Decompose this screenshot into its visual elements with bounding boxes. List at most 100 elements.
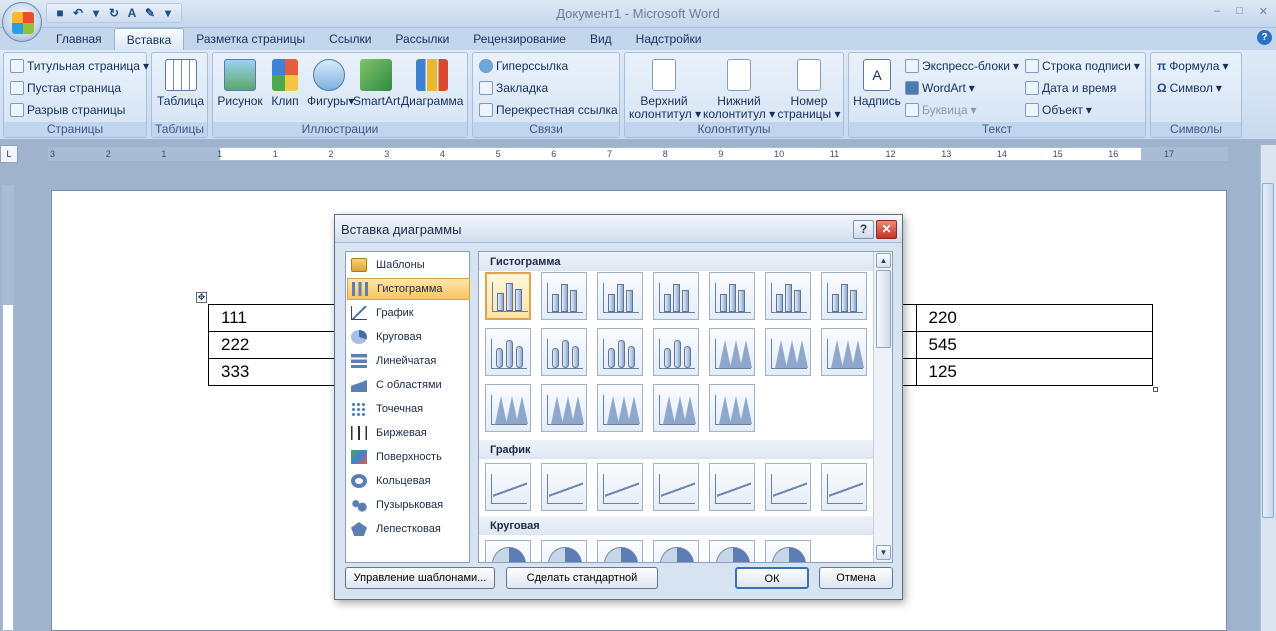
- category-item[interactable]: Точечная: [347, 398, 470, 420]
- column-thumbnail[interactable]: [709, 272, 755, 320]
- scroll-down-icon[interactable]: ▼: [876, 545, 891, 560]
- tab-home[interactable]: Главная: [44, 28, 114, 50]
- scrollbar-thumb[interactable]: [1262, 183, 1274, 518]
- category-item[interactable]: С областями: [347, 374, 470, 396]
- line-thumbnail[interactable]: [821, 463, 867, 511]
- pie-thumbnail[interactable]: [653, 540, 699, 562]
- cylinder-thumbnail[interactable]: [597, 328, 643, 376]
- cone-thumbnail[interactable]: [709, 384, 755, 432]
- help-icon[interactable]: ?: [1257, 30, 1272, 45]
- table-cell[interactable]: 222: [208, 331, 348, 359]
- symbol-button[interactable]: Ω Символ ▾: [1157, 81, 1222, 95]
- cone-thumbnail[interactable]: [653, 384, 699, 432]
- cylinder-thumbnail[interactable]: [485, 328, 531, 376]
- tab-review[interactable]: Рецензирование: [461, 28, 578, 50]
- tab-view[interactable]: Вид: [578, 28, 624, 50]
- line-thumbnail[interactable]: [709, 463, 755, 511]
- cross-reference-button[interactable]: Перекрестная ссылка: [479, 103, 618, 117]
- line-thumbnail[interactable]: [541, 463, 587, 511]
- quick-parts-button[interactable]: Экспресс-блоки ▾: [905, 59, 1019, 73]
- table-cell[interactable]: 545: [915, 331, 1153, 359]
- tab-selector-icon[interactable]: L: [0, 145, 18, 163]
- category-item[interactable]: Биржевая: [347, 422, 470, 444]
- category-item[interactable]: График: [347, 302, 470, 324]
- table-move-handle-icon[interactable]: ✥: [196, 292, 207, 303]
- cylinder-thumbnail[interactable]: [653, 328, 699, 376]
- table-cell[interactable]: 220: [915, 304, 1153, 332]
- page-number-button[interactable]: Номер страницы ▾: [777, 59, 841, 121]
- pie-thumbnail[interactable]: [485, 540, 531, 562]
- category-item[interactable]: Круговая: [347, 326, 470, 348]
- textbox-button[interactable]: A Надпись: [853, 59, 901, 108]
- header-button[interactable]: Верхний колонтитул ▾: [629, 59, 701, 121]
- dialog-help-icon[interactable]: ?: [853, 220, 874, 239]
- blank-page-button[interactable]: Пустая страница: [10, 81, 121, 95]
- maximize-icon[interactable]: □: [1236, 5, 1243, 18]
- drop-cap-button[interactable]: Буквица ▾: [905, 103, 977, 117]
- scroll-up-icon[interactable]: ▲: [876, 253, 891, 268]
- table-button[interactable]: Таблица: [156, 59, 205, 108]
- category-item[interactable]: Линейчатая: [347, 350, 470, 372]
- signature-line-button[interactable]: Строка подписи ▾: [1025, 59, 1140, 73]
- pie-thumbnail[interactable]: [765, 540, 811, 562]
- equation-button[interactable]: π Формула ▾: [1157, 59, 1229, 73]
- page-break-button[interactable]: Разрыв страницы: [10, 103, 125, 117]
- table-resize-handle[interactable]: [1153, 387, 1158, 392]
- column-thumbnail[interactable]: [541, 272, 587, 320]
- table-cell[interactable]: 333: [208, 358, 348, 386]
- cone-thumbnail[interactable]: [597, 384, 643, 432]
- category-item[interactable]: Кольцевая: [347, 470, 470, 492]
- column-thumbnail[interactable]: [765, 272, 811, 320]
- dialog-close-icon[interactable]: ✕: [876, 220, 897, 239]
- category-item[interactable]: Шаблоны: [347, 254, 470, 276]
- tab-addins[interactable]: Надстройки: [624, 28, 714, 50]
- cone-thumbnail[interactable]: [709, 328, 755, 376]
- smartart-button[interactable]: SmartArt: [353, 59, 400, 108]
- gallery-scrollbar[interactable]: ▲ ▼: [873, 252, 892, 562]
- tab-page-layout[interactable]: Разметка страницы: [184, 28, 317, 50]
- table-cell[interactable]: 125: [915, 358, 1153, 386]
- cancel-button[interactable]: Отмена: [819, 567, 893, 589]
- gallery-scroll-thumb[interactable]: [876, 270, 891, 348]
- date-time-button[interactable]: Дата и время: [1025, 81, 1116, 95]
- tab-mailings[interactable]: Рассылки: [383, 28, 461, 50]
- column-thumbnail[interactable]: [485, 272, 531, 320]
- bookmark-button[interactable]: Закладка: [479, 81, 548, 95]
- table-cell[interactable]: 111: [208, 304, 348, 332]
- cone-thumbnail[interactable]: [765, 328, 811, 376]
- shapes-button[interactable]: Фигуры▾: [307, 59, 354, 108]
- line-thumbnail[interactable]: [485, 463, 531, 511]
- category-item[interactable]: Пузырьковая: [347, 494, 470, 516]
- category-item[interactable]: Гистограмма: [347, 278, 470, 300]
- horizontal-ruler[interactable]: [48, 147, 1228, 161]
- cylinder-thumbnail[interactable]: [541, 328, 587, 376]
- pie-thumbnail[interactable]: [709, 540, 755, 562]
- cone-thumbnail[interactable]: [541, 384, 587, 432]
- clipart-button[interactable]: Клип: [267, 59, 303, 108]
- line-thumbnail[interactable]: [653, 463, 699, 511]
- column-thumbnail[interactable]: [821, 272, 867, 320]
- hyperlink-button[interactable]: Гиперссылка: [479, 59, 568, 73]
- line-thumbnail[interactable]: [765, 463, 811, 511]
- ok-button[interactable]: ОК: [735, 567, 809, 589]
- footer-button[interactable]: Нижний колонтитул ▾: [703, 59, 775, 121]
- wordart-button[interactable]: WordArt ▾: [905, 81, 975, 95]
- line-thumbnail[interactable]: [597, 463, 643, 511]
- pie-thumbnail[interactable]: [541, 540, 587, 562]
- chart-button[interactable]: Диаграмма: [401, 59, 463, 108]
- close-window-icon[interactable]: ✕: [1259, 5, 1268, 18]
- category-item[interactable]: Поверхность: [347, 446, 470, 468]
- set-default-button[interactable]: Сделать стандартной: [506, 567, 658, 589]
- tab-insert[interactable]: Вставка: [113, 28, 185, 50]
- office-button[interactable]: [2, 2, 42, 42]
- minimize-icon[interactable]: –: [1214, 5, 1220, 18]
- cone-thumbnail[interactable]: [485, 384, 531, 432]
- pie-thumbnail[interactable]: [597, 540, 643, 562]
- cone-thumbnail[interactable]: [821, 328, 867, 376]
- cover-page-button[interactable]: Титульная страница ▾: [10, 59, 149, 73]
- picture-button[interactable]: Рисунок: [217, 59, 263, 108]
- tab-references[interactable]: Ссылки: [317, 28, 383, 50]
- object-button[interactable]: Объект ▾: [1025, 103, 1092, 117]
- column-thumbnail[interactable]: [597, 272, 643, 320]
- column-thumbnail[interactable]: [653, 272, 699, 320]
